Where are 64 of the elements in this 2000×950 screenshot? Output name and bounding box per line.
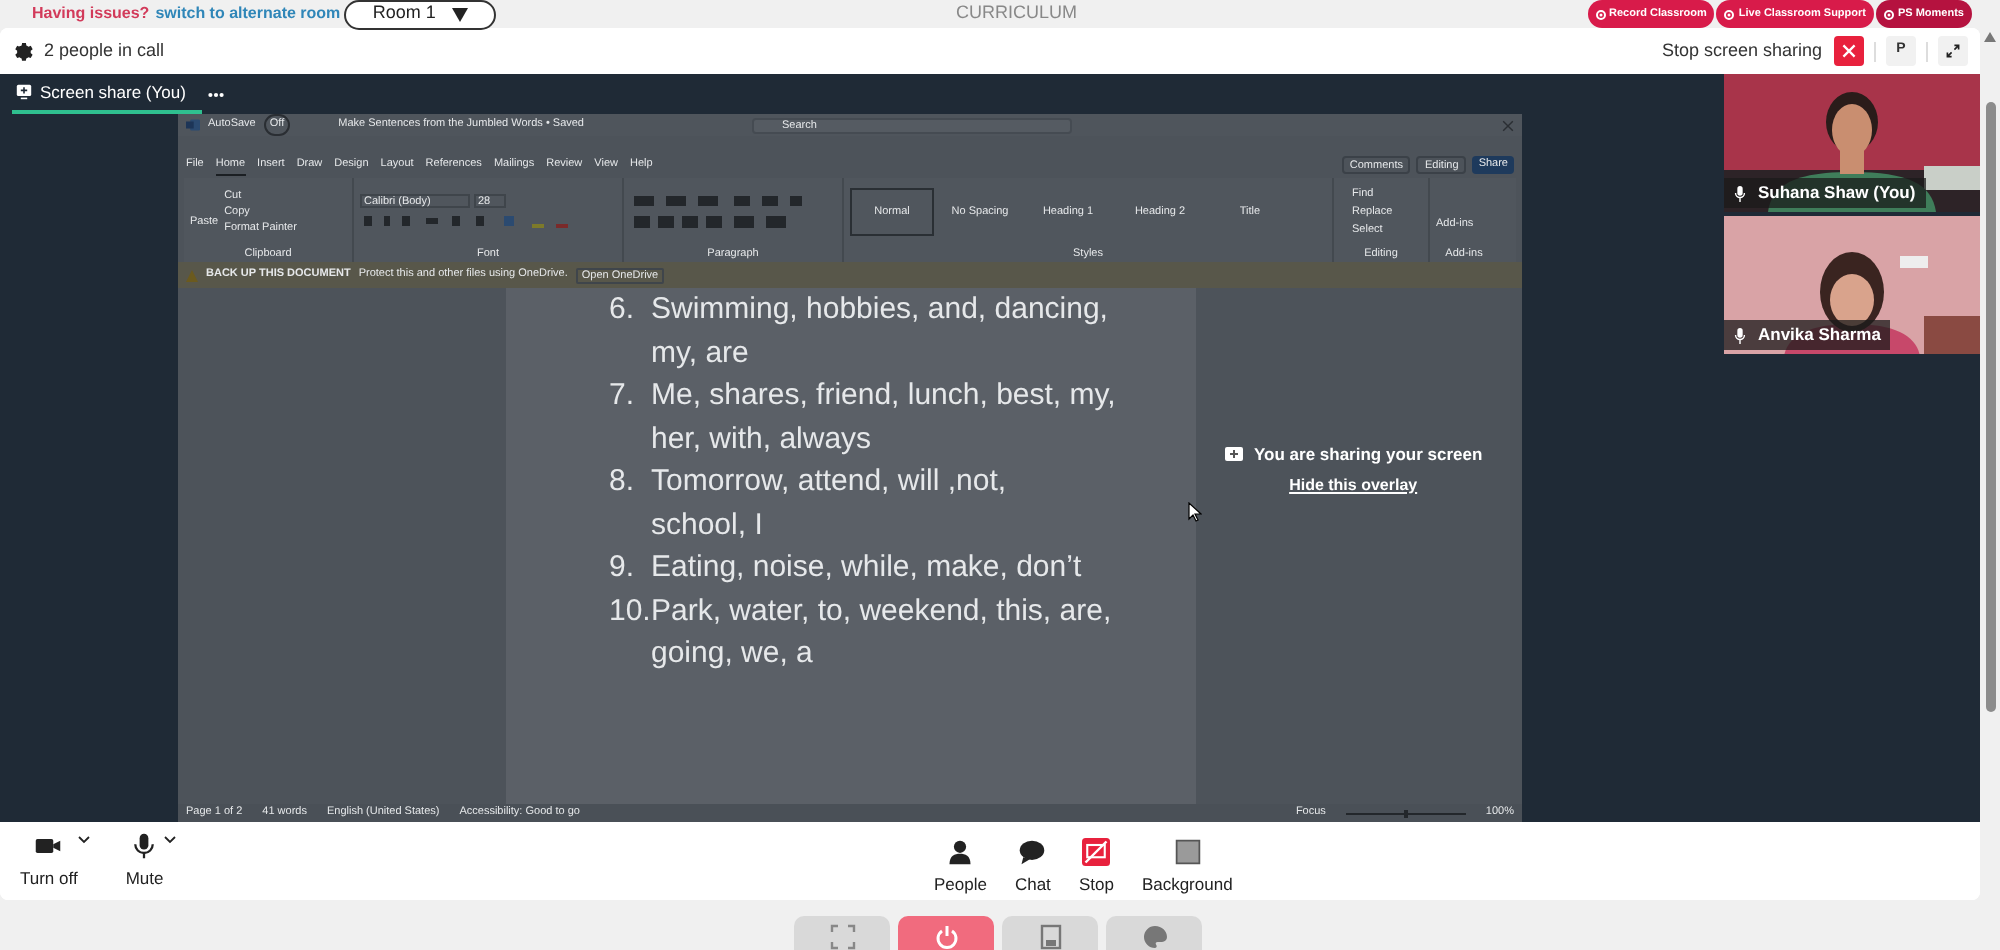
dock-button[interactable] [1002, 916, 1098, 950]
palette-icon [1141, 924, 1167, 950]
chevron-down-icon[interactable] [163, 835, 176, 844]
power-icon [933, 924, 959, 950]
list-number: 9. [609, 548, 637, 588]
close-icon [1842, 44, 1856, 58]
expand-button[interactable] [1938, 36, 1968, 66]
dock-button[interactable] [794, 916, 890, 950]
control-button[interactable]: Stop [1078, 838, 1114, 898]
microphone-icon [130, 831, 159, 860]
dock-button[interactable] [1106, 916, 1202, 950]
circle-icon [1883, 9, 1894, 19]
people-count: 2 people in call [44, 37, 165, 64]
stop-sharing-label: Stop screen sharing [1661, 37, 1822, 64]
dock-button[interactable] [898, 916, 994, 950]
square-icon [1173, 838, 1202, 866]
list-number: 10. [609, 591, 651, 631]
dropdown-caret-icon [451, 7, 468, 21]
list-number: 6. [609, 290, 637, 330]
control-button[interactable]: Background [1141, 838, 1233, 898]
close-icon[interactable] [1502, 119, 1514, 131]
list-text: Swimming, hobbies, and, dancing, [651, 290, 1108, 330]
settings-icon[interactable] [12, 40, 34, 62]
list-text: my, are [651, 333, 749, 373]
document-app-icon [186, 118, 200, 132]
control-button[interactable]: Mute [125, 831, 164, 891]
chat-bubble-icon [1018, 838, 1047, 866]
microphone-icon [1734, 327, 1746, 343]
list-text: Me, shares, friend, lunch, best, my, [651, 376, 1116, 416]
control-button[interactable]: People [934, 838, 987, 898]
more-icon[interactable] [207, 92, 224, 98]
hide-overlay-link[interactable]: Hide this overlay [1289, 473, 1418, 498]
control-button[interactable]: Chat [1014, 838, 1051, 898]
list-text: Park, water, to, weekend, this, are, [651, 591, 1112, 631]
circle-icon [1724, 9, 1735, 19]
chevron-down-icon[interactable] [77, 835, 90, 844]
warning-icon [186, 269, 198, 281]
participant-name: Suhana Shaw (You) [1758, 180, 1916, 206]
overlay-message: You are sharing your screen [1254, 442, 1483, 468]
list-text: Tomorrow, attend, will ,not, [651, 462, 1007, 502]
control-button[interactable]: Turn off [20, 831, 78, 891]
zoom-slider-drawing[interactable] [1345, 809, 1466, 817]
list-number: 7. [609, 376, 637, 416]
alternate-room-link[interactable]: switch to alternate room [155, 2, 341, 26]
page-title: CURRICULUM [956, 0, 1077, 26]
person-icon [946, 838, 975, 866]
cursor-icon [1188, 502, 1202, 522]
participant-name: Anvika Sharma [1758, 322, 1881, 348]
list-text: her, with, always [651, 419, 872, 459]
list-text: Eating, noise, while, make, don’t [651, 548, 1082, 588]
microphone-icon [1734, 185, 1746, 201]
list-number: 8. [609, 462, 637, 502]
list-text: going, we, a [651, 634, 813, 674]
issue-text: Having issues? [32, 2, 150, 26]
room-dropdown[interactable]: Room 1 [344, 0, 497, 29]
screen-share-icon [16, 84, 32, 100]
fullscreen-icon [829, 924, 855, 950]
screen-icon [1037, 924, 1063, 950]
stop-sharing-button[interactable] [1834, 36, 1864, 66]
stop-sharing-icon [1082, 838, 1111, 866]
scroll-up-icon [1984, 32, 1996, 42]
circle-icon [1595, 9, 1605, 19]
expand-icon [1946, 44, 1960, 58]
list-text: school, I [651, 505, 763, 545]
